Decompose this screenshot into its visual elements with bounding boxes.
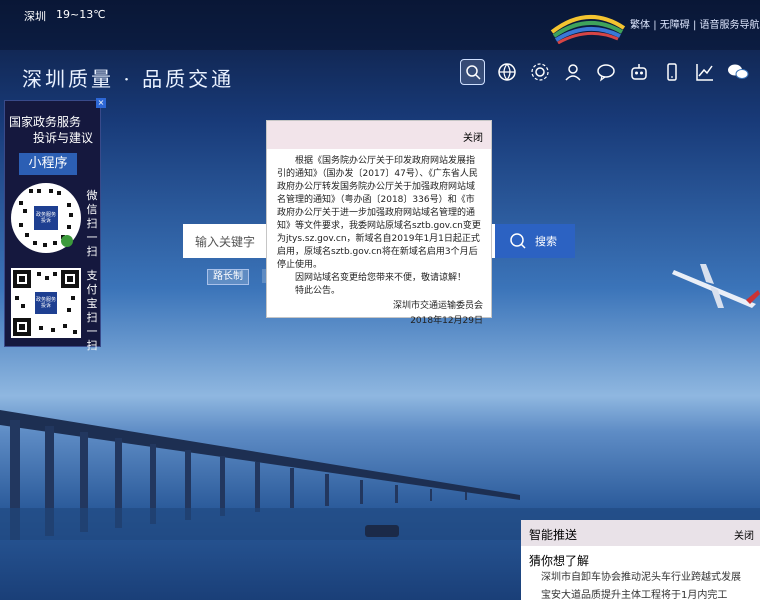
sidebar-title-line2: 投诉与建议 bbox=[33, 131, 94, 145]
boat-image bbox=[365, 525, 399, 537]
city-label[interactable]: 深圳 bbox=[24, 8, 46, 24]
notice-paragraph: 因网站域名变更给您带来不便，敬请谅解！ bbox=[295, 273, 467, 283]
smart-push-close-button[interactable]: 关闭 bbox=[734, 527, 754, 542]
wechat-qr-code: 政务服务投诉 bbox=[11, 183, 81, 253]
nav-icon-bar bbox=[460, 58, 750, 86]
phone-icon[interactable] bbox=[661, 60, 684, 84]
wechat-icon[interactable] bbox=[727, 60, 750, 84]
search-button[interactable]: 搜索 bbox=[495, 224, 575, 258]
qr2-label: 政务服务投诉 bbox=[36, 297, 57, 309]
smart-push-item[interactable]: 宝安大道品质提升主体工程将于1月内完工 bbox=[541, 586, 727, 601]
notice-header: 关闭 bbox=[267, 121, 491, 149]
notice-date: 2018年12月29日 bbox=[410, 316, 483, 326]
top-links: 繁体 | 无障碍 | 语音服务导航 bbox=[630, 16, 760, 31]
transport-logo[interactable] bbox=[548, 8, 628, 44]
search-button-icon bbox=[510, 233, 526, 249]
chart-icon[interactable] bbox=[694, 60, 717, 84]
complaint-sidebar: × 国家政务服务 投诉与建议 小程序 政务服务投诉 微信扫一扫 政务服务投诉 支… bbox=[4, 98, 106, 352]
chat-icon[interactable] bbox=[594, 60, 617, 84]
notice-close-button[interactable]: 关闭 bbox=[463, 129, 483, 144]
globe-icon[interactable] bbox=[495, 60, 518, 84]
notice-modal: 关闭 根据《国务院办公厅关于印发政府网站发展指引的通知》（国办发〔2017〕47… bbox=[266, 120, 492, 326]
hot-tag[interactable]: 路长制 bbox=[207, 269, 249, 285]
search-button-label: 搜索 bbox=[535, 235, 557, 248]
qr1-label: 政务服务投诉 bbox=[35, 212, 56, 224]
search-input[interactable]: 输入关键字 bbox=[195, 233, 255, 250]
notice-signature: 深圳市交通运输委员会 bbox=[392, 301, 483, 311]
traditional-link[interactable]: 繁体 bbox=[630, 20, 650, 31]
smart-push-subtitle: 猜你想了解 bbox=[529, 554, 590, 568]
robot-icon[interactable] bbox=[628, 60, 651, 84]
accessibility-link[interactable]: 无障碍 bbox=[660, 20, 690, 31]
alipay-scan-caption: 支付宝扫一扫 bbox=[86, 269, 98, 352]
mini-program-label: 小程序 bbox=[19, 153, 77, 175]
search-icon[interactable] bbox=[460, 59, 486, 85]
bridge-illustration bbox=[0, 410, 760, 540]
separator: | bbox=[692, 20, 697, 31]
user-icon[interactable] bbox=[561, 60, 584, 84]
top-bar: 深圳 19~13℃ 繁体 | 无障碍 | 语音服务导航 bbox=[0, 0, 760, 50]
notice-paragraph: 特此公告。 bbox=[295, 286, 341, 296]
smart-push-title: 智能推送 bbox=[529, 528, 578, 542]
weather-text: 19~13℃ bbox=[56, 8, 106, 21]
smart-push-header: 智能推送 关闭 bbox=[521, 520, 760, 546]
notice-paragraph: 根据《国务院办公厅关于印发政府网站发展指引的通知》（国办发〔2017〕47号）、… bbox=[277, 156, 481, 270]
separator: | bbox=[653, 20, 657, 31]
sun-icon[interactable] bbox=[528, 60, 551, 84]
site-title: 深圳质量 · 品质交通 bbox=[22, 67, 235, 91]
alipay-qr-code: 政务服务投诉 bbox=[11, 268, 81, 338]
sidebar-title-line1: 国家政务服务 bbox=[9, 115, 82, 129]
sidebar-close-icon[interactable]: × bbox=[96, 98, 106, 108]
voice-nav-link[interactable]: 语音服务导航 bbox=[700, 20, 760, 31]
smart-push-panel: 智能推送 关闭 猜你想了解 深圳市自卸车协会推动泥头车行业跨越式发展 宝安大道品… bbox=[521, 520, 760, 601]
notice-body: 根据《国务院办公厅关于印发政府网站发展指引的通知》（国办发〔2017〕47号）、… bbox=[267, 149, 491, 328]
wechat-scan-caption: 微信扫一扫 bbox=[86, 189, 98, 258]
smart-push-item[interactable]: 深圳市自卸车协会推动泥头车行业跨越式发展 bbox=[541, 568, 741, 583]
airplane-image bbox=[672, 264, 760, 308]
